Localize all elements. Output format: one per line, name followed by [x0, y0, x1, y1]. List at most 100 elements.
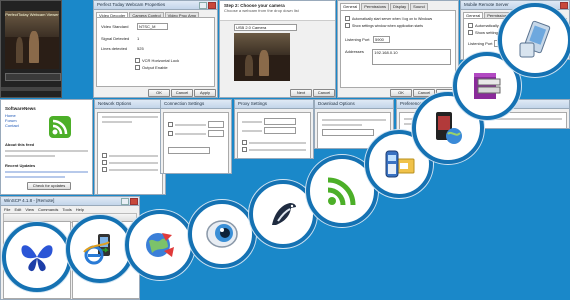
menu-edit[interactable]: Edit [14, 207, 21, 212]
tab-sound[interactable]: Sound [410, 3, 428, 10]
webcam-video-preview: PerfectToday Webcam Viewer [5, 11, 59, 69]
webcam-status-bar [1, 87, 61, 91]
feed-reader-window: SoftwareNews Home Forum Contact About th… [0, 99, 93, 195]
dialog-field[interactable] [322, 129, 374, 136]
proxy-settings-dialog: Proxy Settings [234, 99, 314, 159]
butterfly-icon [21, 245, 53, 272]
mobile-ie-icon-circle[interactable] [66, 215, 134, 283]
ok-button[interactable]: OK [148, 89, 170, 97]
webcam-properties-window: Perfect Today Webcam Properties Video De… [93, 0, 218, 98]
signal-detected-label: Signal Detected [101, 36, 130, 41]
close-icon[interactable] [208, 2, 216, 9]
next-button[interactable]: Next [290, 89, 312, 97]
dialog-checkbox[interactable] [102, 153, 107, 158]
menu-tools[interactable]: Tools [62, 207, 71, 212]
webcam-controls[interactable] [5, 73, 61, 81]
feed-links: Home Forum Contact [5, 113, 88, 128]
output-enable-label: Output Enable [142, 65, 168, 70]
apply-button[interactable]: Apply [194, 89, 216, 97]
auto-start-label: Automatically start server when I log on… [352, 16, 433, 21]
dialog-title: Proxy Settings [238, 101, 268, 106]
lines-detected-value: 525 [137, 46, 144, 51]
webcam-viewer-window: PerfectToday Webcam Viewer [0, 0, 62, 98]
output-enable-checkbox[interactable] [135, 65, 140, 70]
address-list[interactable]: 192.168.0.10 [372, 49, 451, 65]
dialog-checkbox[interactable] [168, 131, 173, 136]
dialog-field[interactable] [264, 127, 296, 134]
feed-link-contact[interactable]: Contact [5, 123, 88, 128]
feed-section-recent: Recent Updates [5, 163, 36, 168]
dialog-field[interactable] [208, 121, 224, 128]
dialog-checkbox[interactable] [102, 160, 107, 165]
dialog-checkbox[interactable] [242, 147, 247, 152]
menu-view[interactable]: View [25, 207, 34, 212]
vcr-lock-label: VCR Horizontal Lock [142, 58, 180, 63]
dialog-checkbox[interactable] [102, 167, 107, 172]
camera-select[interactable]: USB 2.0 Camera [234, 24, 297, 31]
dialog-title: Network Options [98, 101, 132, 106]
video-standard-select[interactable]: NTSC_M [137, 23, 168, 30]
globe-arrows-icon-circle[interactable] [125, 210, 195, 280]
window-titlebar: Perfect Today Webcam Properties [94, 1, 217, 10]
webcam-banner: PerfectToday Webcam Viewer [5, 12, 59, 17]
vcr-lock-checkbox[interactable] [135, 58, 140, 63]
show-settings-label: Show settings window when application st… [352, 23, 424, 28]
dialog-checkbox[interactable] [242, 140, 247, 145]
fm-title: WinSCP 4.1.8 - [Remote] [4, 198, 55, 203]
menu-help[interactable]: Help [76, 207, 84, 212]
tab-general[interactable]: General [340, 3, 361, 10]
dialog-field[interactable] [208, 130, 224, 137]
video-standard-label: Video Standard [101, 24, 129, 29]
wizard-step-subtitle: Choose a webcam from the drop down list [224, 8, 299, 13]
window-title: Perfect Today Webcam Properties [97, 2, 166, 7]
devices-icon-circle[interactable] [498, 3, 570, 77]
eye-icon-circle[interactable] [188, 200, 256, 268]
menu-file[interactable]: File [4, 207, 10, 212]
tab-permissions[interactable]: Permissions [361, 3, 390, 10]
feed-rss-logo [49, 116, 71, 138]
remote-autostart-checkbox[interactable] [468, 23, 473, 28]
mobile-ie-icon [83, 234, 110, 265]
globe-arrows-icon [146, 233, 174, 257]
bird-icon [272, 203, 296, 225]
dialog-select[interactable] [168, 147, 210, 154]
feed-section-about: About this feed [5, 142, 35, 147]
wizard-header: Step 2: Choose your camera Choose a webc… [220, 1, 335, 21]
dialog-checkbox[interactable] [168, 122, 173, 127]
dialog-title: Download Options [318, 101, 355, 106]
address-label: Addresses [345, 49, 364, 54]
connection-settings-dialog: Connection Settings [160, 99, 232, 174]
menu-commands[interactable]: Commands [38, 207, 58, 212]
pda-globe-icon [436, 112, 462, 144]
signal-detected-value: 1 [137, 36, 140, 41]
dialog-title: Connection Settings [164, 101, 205, 106]
auto-start-checkbox[interactable] [345, 16, 350, 21]
dialog-field[interactable] [264, 118, 296, 125]
fm-menubar: File Edit View Commands Tools Help [1, 206, 139, 213]
remote-port-label: Listening Port [468, 41, 493, 46]
devices-icon [519, 20, 551, 58]
check-updates-button[interactable]: Check for updates [27, 182, 71, 190]
butterfly-icon-circle[interactable] [2, 222, 72, 292]
remote-settings-checkbox[interactable] [468, 30, 473, 35]
wizard-cancel-button[interactable]: Cancel [313, 89, 335, 97]
remote-settings-label: Show settings [475, 30, 500, 35]
feed-header: SoftwareNews [5, 106, 36, 111]
port-label: Listening Port [345, 37, 370, 42]
options-ok-button[interactable]: OK [390, 89, 412, 97]
books-icon [474, 73, 501, 99]
fm-close-icon[interactable] [130, 198, 138, 205]
remote-close-icon[interactable] [560, 2, 568, 9]
lines-detected-label: Lines detected [101, 46, 128, 51]
phone-folder-icon [385, 150, 415, 178]
eye-icon [206, 220, 238, 248]
show-settings-checkbox[interactable] [345, 23, 350, 28]
camera-preview [234, 33, 290, 81]
network-options-dialog: Network Options [94, 99, 166, 195]
rss-icon [327, 177, 356, 206]
port-input[interactable]: 5900 [373, 36, 390, 43]
cancel-button[interactable]: Cancel [171, 89, 193, 97]
tab-display[interactable]: Display [390, 3, 410, 10]
server-options-window: General Permissions Display Sound Automa… [337, 0, 459, 98]
remote-title: Mobile Remote Server [464, 2, 509, 7]
